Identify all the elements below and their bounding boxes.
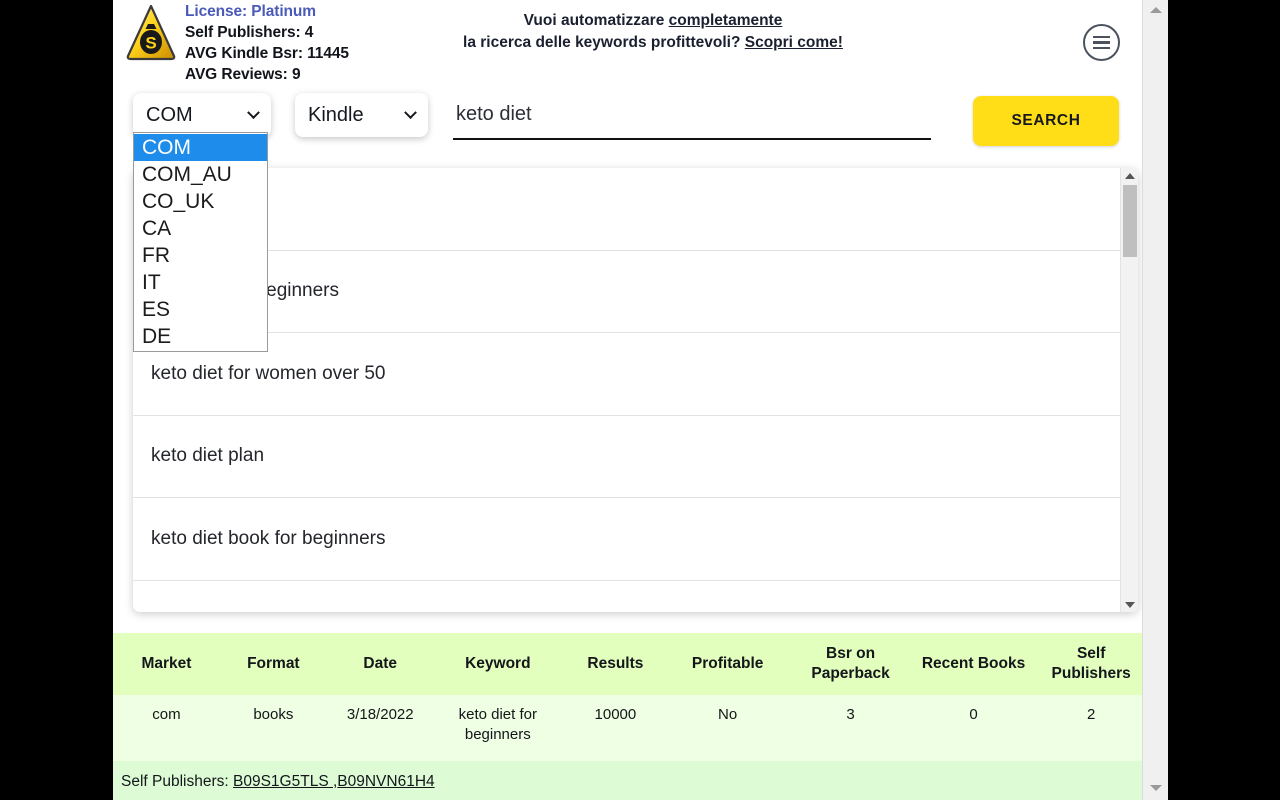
self-publishers-footer-label: Self Publishers: bbox=[121, 773, 229, 790]
format-select[interactable]: Kindle bbox=[295, 93, 428, 137]
asin-link-1[interactable]: B09S1G5TLS bbox=[233, 773, 333, 790]
list-item[interactable] bbox=[133, 581, 1120, 613]
promo-link-scopri-come[interactable]: Scopri come! bbox=[745, 34, 843, 51]
cell-keyword: keto diet for beginners bbox=[434, 695, 562, 761]
results-table: Market Format Date Keyword Results Profi… bbox=[113, 633, 1150, 761]
scrollbar-thumb[interactable] bbox=[1123, 185, 1137, 257]
cell-date: 3/18/2022 bbox=[327, 695, 434, 761]
list-item[interactable]: keto diet plan bbox=[133, 416, 1120, 499]
market-option-co-uk[interactable]: CO_UK bbox=[134, 188, 267, 215]
market-option-ca[interactable]: CA bbox=[134, 215, 267, 242]
suggestions-scrollbar[interactable] bbox=[1120, 168, 1138, 612]
market-select-value: COM bbox=[146, 104, 239, 127]
list-item[interactable]: keto diet for women over 50 bbox=[133, 333, 1120, 416]
promo-line-1: Vuoi automatizzare completamente bbox=[413, 10, 893, 32]
page-scrollbar[interactable] bbox=[1142, 0, 1168, 800]
cell-self-publishers: 2 bbox=[1032, 695, 1150, 761]
list-item[interactable]: keto diet book for beginners bbox=[133, 498, 1120, 581]
cell-results: 10000 bbox=[562, 695, 669, 761]
column-header-recent-books: Recent Books bbox=[915, 633, 1033, 695]
menu-bar-2 bbox=[1093, 41, 1110, 43]
list-item[interactable]: keto diet for beginners bbox=[133, 251, 1120, 334]
market-option-com[interactable]: COM bbox=[134, 134, 267, 161]
search-input[interactable] bbox=[453, 96, 931, 140]
market-dropdown-list[interactable]: COM COM_AU CO_UK CA FR IT ES DE bbox=[133, 132, 268, 352]
market-option-com-au[interactable]: COM_AU bbox=[134, 161, 267, 188]
suggestions-panel: keto diet for beginners keto diet for wo… bbox=[133, 168, 1138, 612]
search-button[interactable]: SEARCH bbox=[973, 96, 1119, 146]
column-header-date: Date bbox=[327, 633, 434, 695]
suggestions-list: keto diet for beginners keto diet for wo… bbox=[133, 168, 1120, 612]
column-header-bsr-on-paperback: Bsr on Paperback bbox=[786, 633, 914, 695]
avg-kindle-bsr-stat: AVG Kindle Bsr: 11445 bbox=[185, 44, 349, 65]
avg-reviews-stat: AVG Reviews: 9 bbox=[185, 65, 349, 86]
money-bag-triangle-logo-icon: S bbox=[125, 2, 177, 62]
scroll-up-arrow-icon[interactable] bbox=[1121, 168, 1138, 183]
market-option-it[interactable]: IT bbox=[134, 269, 267, 296]
column-header-self-publishers: Self Publishers bbox=[1032, 633, 1150, 695]
cell-market: com bbox=[113, 695, 220, 761]
chevron-down-icon bbox=[404, 106, 417, 119]
column-header-profitable: Profitable bbox=[669, 633, 787, 695]
column-header-market: Market bbox=[113, 633, 220, 695]
scroll-down-arrow-icon[interactable] bbox=[1121, 597, 1138, 612]
column-header-keyword: Keyword bbox=[434, 633, 562, 695]
app-viewport: S License: Platinum Self Publishers: 4 A… bbox=[113, 0, 1168, 800]
column-header-format: Format bbox=[220, 633, 327, 695]
menu-bar-3 bbox=[1093, 47, 1110, 49]
hamburger-menu-icon[interactable] bbox=[1083, 24, 1120, 61]
cell-profitable: No bbox=[669, 695, 787, 761]
cell-bsr-on-paperback: 3 bbox=[786, 695, 914, 761]
promo-line-2-text: la ricerca delle keywords profittevoli? bbox=[463, 34, 745, 51]
self-publishers-footer: Self Publishers: B09S1G5TLS ,B09NVN61H4 bbox=[113, 761, 1150, 800]
promo-banner: Vuoi automatizzare completamente la rice… bbox=[413, 10, 893, 55]
app-header: S License: Platinum Self Publishers: 4 A… bbox=[113, 0, 1168, 88]
format-select-value: Kindle bbox=[308, 104, 396, 127]
asin-link-2[interactable]: B09NVN61H4 bbox=[337, 773, 434, 790]
promo-line-2: la ricerca delle keywords profittevoli? … bbox=[413, 32, 893, 54]
cell-recent-books: 0 bbox=[915, 695, 1033, 761]
table-header-row: Market Format Date Keyword Results Profi… bbox=[113, 633, 1150, 695]
page-scroll-down-arrow-icon[interactable] bbox=[1143, 780, 1169, 796]
results-section: Market Format Date Keyword Results Profi… bbox=[113, 633, 1150, 800]
license-label: License: Platinum bbox=[185, 2, 349, 23]
market-option-fr[interactable]: FR bbox=[134, 242, 267, 269]
self-publishers-stat: Self Publishers: 4 bbox=[185, 23, 349, 44]
table-row: com books 3/18/2022 keto diet for beginn… bbox=[113, 695, 1150, 761]
page-scroll-up-arrow-icon[interactable] bbox=[1143, 2, 1169, 18]
market-option-de[interactable]: DE bbox=[134, 323, 267, 350]
promo-link-completamente[interactable]: completamente bbox=[669, 12, 783, 29]
market-select[interactable]: COM bbox=[133, 93, 271, 137]
search-toolbar: COM COM COM_AU CO_UK CA FR IT ES DE Kind… bbox=[113, 88, 1168, 160]
menu-bar-1 bbox=[1093, 36, 1110, 38]
chevron-down-icon bbox=[247, 106, 260, 119]
column-header-results: Results bbox=[562, 633, 669, 695]
license-info-block: S License: Platinum Self Publishers: 4 A… bbox=[125, 2, 349, 86]
cell-format: books bbox=[220, 695, 327, 761]
promo-line-1-text: Vuoi automatizzare bbox=[524, 12, 669, 29]
list-item[interactable] bbox=[133, 168, 1120, 251]
svg-text:S: S bbox=[145, 34, 156, 53]
market-option-es[interactable]: ES bbox=[134, 296, 267, 323]
